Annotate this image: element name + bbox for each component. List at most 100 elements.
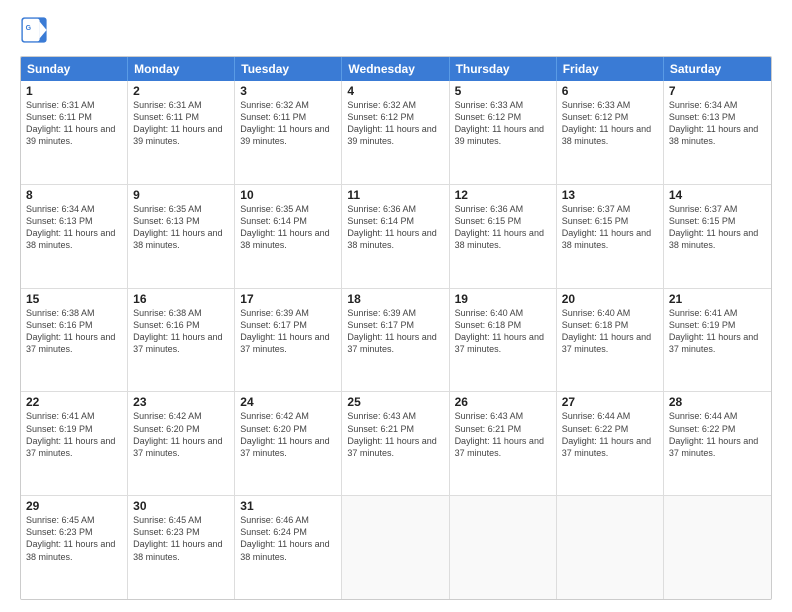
cell-info: Sunrise: 6:41 AMSunset: 6:19 PMDaylight:… [26, 410, 122, 459]
day-cell-27: 27Sunrise: 6:44 AMSunset: 6:22 PMDayligh… [557, 392, 664, 495]
header-cell-saturday: Saturday [664, 57, 771, 81]
header-cell-friday: Friday [557, 57, 664, 81]
day-number: 28 [669, 395, 766, 409]
cell-info: Sunrise: 6:42 AMSunset: 6:20 PMDaylight:… [133, 410, 229, 459]
day-cell-21: 21Sunrise: 6:41 AMSunset: 6:19 PMDayligh… [664, 289, 771, 392]
day-number: 11 [347, 188, 443, 202]
cell-info: Sunrise: 6:36 AMSunset: 6:14 PMDaylight:… [347, 203, 443, 252]
day-number: 27 [562, 395, 658, 409]
cell-info: Sunrise: 6:31 AMSunset: 6:11 PMDaylight:… [133, 99, 229, 148]
day-cell-11: 11Sunrise: 6:36 AMSunset: 6:14 PMDayligh… [342, 185, 449, 288]
calendar-row-3: 15Sunrise: 6:38 AMSunset: 6:16 PMDayligh… [21, 288, 771, 392]
cell-info: Sunrise: 6:37 AMSunset: 6:15 PMDaylight:… [562, 203, 658, 252]
cell-info: Sunrise: 6:38 AMSunset: 6:16 PMDaylight:… [26, 307, 122, 356]
cell-info: Sunrise: 6:31 AMSunset: 6:11 PMDaylight:… [26, 99, 122, 148]
day-number: 23 [133, 395, 229, 409]
day-number: 15 [26, 292, 122, 306]
cell-info: Sunrise: 6:38 AMSunset: 6:16 PMDaylight:… [133, 307, 229, 356]
header-cell-sunday: Sunday [21, 57, 128, 81]
day-cell-17: 17Sunrise: 6:39 AMSunset: 6:17 PMDayligh… [235, 289, 342, 392]
empty-cell [342, 496, 449, 599]
empty-cell [450, 496, 557, 599]
day-number: 7 [669, 84, 766, 98]
day-cell-15: 15Sunrise: 6:38 AMSunset: 6:16 PMDayligh… [21, 289, 128, 392]
calendar-row-2: 8Sunrise: 6:34 AMSunset: 6:13 PMDaylight… [21, 184, 771, 288]
day-number: 6 [562, 84, 658, 98]
cell-info: Sunrise: 6:41 AMSunset: 6:19 PMDaylight:… [669, 307, 766, 356]
calendar: SundayMondayTuesdayWednesdayThursdayFrid… [20, 56, 772, 600]
day-cell-24: 24Sunrise: 6:42 AMSunset: 6:20 PMDayligh… [235, 392, 342, 495]
cell-info: Sunrise: 6:33 AMSunset: 6:12 PMDaylight:… [562, 99, 658, 148]
cell-info: Sunrise: 6:43 AMSunset: 6:21 PMDaylight:… [347, 410, 443, 459]
cell-info: Sunrise: 6:46 AMSunset: 6:24 PMDaylight:… [240, 514, 336, 563]
header-cell-monday: Monday [128, 57, 235, 81]
day-number: 1 [26, 84, 122, 98]
day-number: 31 [240, 499, 336, 513]
day-number: 13 [562, 188, 658, 202]
logo-icon: G [20, 16, 48, 44]
day-cell-28: 28Sunrise: 6:44 AMSunset: 6:22 PMDayligh… [664, 392, 771, 495]
cell-info: Sunrise: 6:34 AMSunset: 6:13 PMDaylight:… [26, 203, 122, 252]
cell-info: Sunrise: 6:32 AMSunset: 6:11 PMDaylight:… [240, 99, 336, 148]
day-number: 10 [240, 188, 336, 202]
day-cell-23: 23Sunrise: 6:42 AMSunset: 6:20 PMDayligh… [128, 392, 235, 495]
cell-info: Sunrise: 6:42 AMSunset: 6:20 PMDaylight:… [240, 410, 336, 459]
day-number: 29 [26, 499, 122, 513]
day-number: 18 [347, 292, 443, 306]
calendar-row-5: 29 Sunrise: 6:45 AMSunset: 6:23 PMDayligh… [21, 495, 771, 599]
day-cell-20: 20Sunrise: 6:40 AMSunset: 6:18 PMDayligh… [557, 289, 664, 392]
day-cell-8: 8Sunrise: 6:34 AMSunset: 6:13 PMDaylight… [21, 185, 128, 288]
header-cell-tuesday: Tuesday [235, 57, 342, 81]
day-number: 21 [669, 292, 766, 306]
day-number: 14 [669, 188, 766, 202]
day-number: 22 [26, 395, 122, 409]
calendar-body: 1Sunrise: 6:31 AMSunset: 6:11 PMDaylight… [21, 81, 771, 599]
cell-info: Sunrise: 6:45 AMSunset: 6:23 PMDaylight:… [133, 514, 229, 563]
cell-info: Sunrise: 6:39 AMSunset: 6:17 PMDaylight:… [347, 307, 443, 356]
day-number: 19 [455, 292, 551, 306]
calendar-row-1: 1Sunrise: 6:31 AMSunset: 6:11 PMDaylight… [21, 81, 771, 184]
day-cell-1: 1Sunrise: 6:31 AMSunset: 6:11 PMDaylight… [21, 81, 128, 184]
day-cell-6: 6Sunrise: 6:33 AMSunset: 6:12 PMDaylight… [557, 81, 664, 184]
day-cell-30: 30Sunrise: 6:45 AMSunset: 6:23 PMDayligh… [128, 496, 235, 599]
day-number: 12 [455, 188, 551, 202]
logo: G [20, 16, 52, 46]
cell-info: Sunrise: 6:36 AMSunset: 6:15 PMDaylight:… [455, 203, 551, 252]
cell-info: Sunrise: 6:33 AMSunset: 6:12 PMDaylight:… [455, 99, 551, 148]
cell-info: Sunrise: 6:35 AMSunset: 6:13 PMDaylight:… [133, 203, 229, 252]
day-number: 25 [347, 395, 443, 409]
day-cell-4: 4Sunrise: 6:32 AMSunset: 6:12 PMDaylight… [342, 81, 449, 184]
day-cell-12: 12Sunrise: 6:36 AMSunset: 6:15 PMDayligh… [450, 185, 557, 288]
cell-info: Sunrise: 6:40 AMSunset: 6:18 PMDaylight:… [455, 307, 551, 356]
day-number: 9 [133, 188, 229, 202]
cell-info: Sunrise: 6:37 AMSunset: 6:15 PMDaylight:… [669, 203, 766, 252]
day-number: 17 [240, 292, 336, 306]
day-cell-22: 22Sunrise: 6:41 AMSunset: 6:19 PMDayligh… [21, 392, 128, 495]
day-cell-31: 31Sunrise: 6:46 AMSunset: 6:24 PMDayligh… [235, 496, 342, 599]
day-cell-9: 9Sunrise: 6:35 AMSunset: 6:13 PMDaylight… [128, 185, 235, 288]
day-number: 20 [562, 292, 658, 306]
day-cell-7: 7Sunrise: 6:34 AMSunset: 6:13 PMDaylight… [664, 81, 771, 184]
day-cell-19: 19Sunrise: 6:40 AMSunset: 6:18 PMDayligh… [450, 289, 557, 392]
day-number: 8 [26, 188, 122, 202]
header-cell-thursday: Thursday [450, 57, 557, 81]
calendar-page: G SundayMondayTuesdayWednesdayThursdayFr… [0, 0, 792, 612]
day-cell-14: 14Sunrise: 6:37 AMSunset: 6:15 PMDayligh… [664, 185, 771, 288]
day-cell-2: 2Sunrise: 6:31 AMSunset: 6:11 PMDaylight… [128, 81, 235, 184]
day-number: 3 [240, 84, 336, 98]
empty-cell [557, 496, 664, 599]
day-cell-10: 10Sunrise: 6:35 AMSunset: 6:14 PMDayligh… [235, 185, 342, 288]
day-cell-18: 18Sunrise: 6:39 AMSunset: 6:17 PMDayligh… [342, 289, 449, 392]
day-number: 30 [133, 499, 229, 513]
cell-info: Sunrise: 6:43 AMSunset: 6:21 PMDaylight:… [455, 410, 551, 459]
day-number: 4 [347, 84, 443, 98]
day-cell-5: 5Sunrise: 6:33 AMSunset: 6:12 PMDaylight… [450, 81, 557, 184]
day-number: 26 [455, 395, 551, 409]
header-cell-wednesday: Wednesday [342, 57, 449, 81]
day-number: 5 [455, 84, 551, 98]
cell-info: Sunrise: 6:40 AMSunset: 6:18 PMDaylight:… [562, 307, 658, 356]
day-cell-29: 29Sunrise: 6:45 AMSunset: 6:23 PMDayligh… [21, 496, 128, 599]
svg-text:G: G [26, 25, 32, 32]
cell-info: Sunrise: 6:32 AMSunset: 6:12 PMDaylight:… [347, 99, 443, 148]
day-cell-26: 26Sunrise: 6:43 AMSunset: 6:21 PMDayligh… [450, 392, 557, 495]
